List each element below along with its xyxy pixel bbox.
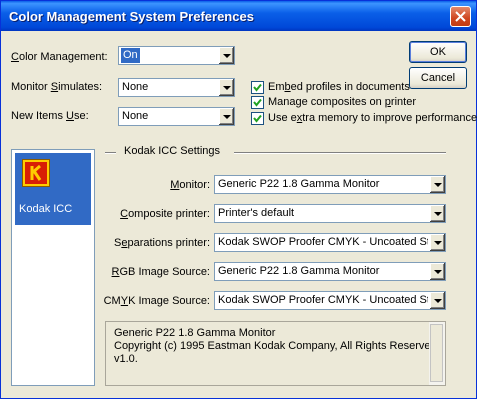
- cmyk-image-source-select[interactable]: Kodak SWOP Proofer CMYK - Uncoated Stock: [214, 291, 446, 310]
- composite-printer-value: Printer's default: [218, 207, 295, 219]
- profile-info-line2: Copyright (c) 1995 Eastman Kodak Company…: [114, 340, 440, 352]
- ok-button[interactable]: OK: [409, 41, 467, 63]
- kodak-k-icon: [30, 164, 42, 181]
- title-bar[interactable]: Color Management System Preferences: [1, 1, 476, 31]
- extra-memory-label[interactable]: Use extra memory to improve performance: [268, 112, 477, 124]
- profile-info-line1: Generic P22 1.8 Gamma Monitor: [114, 327, 276, 339]
- monitor-simulates-label: Monitor Simulates:: [11, 81, 103, 93]
- kodak-logo-icon: [22, 159, 50, 187]
- rgb-image-source-label: RGB Image Source:: [111, 266, 210, 278]
- monitor-simulates-select[interactable]: None: [118, 78, 235, 97]
- checkmark-icon: [253, 114, 262, 123]
- separations-printer-select[interactable]: Kodak SWOP Proofer CMYK - Uncoated Stock: [214, 233, 446, 252]
- monitor-profile-value: Generic P22 1.8 Gamma Monitor: [218, 178, 380, 190]
- new-items-use-select[interactable]: None: [118, 107, 235, 126]
- scrollbar-thumb[interactable]: [430, 324, 443, 382]
- separations-printer-label: Separations printer:: [113, 237, 210, 249]
- list-item-kodak-icc[interactable]: Kodak ICC: [15, 153, 91, 225]
- monitor-profile-select[interactable]: Generic P22 1.8 Gamma Monitor: [214, 175, 446, 194]
- checkmark-icon: [253, 98, 262, 107]
- color-management-value: On: [121, 48, 140, 63]
- extra-memory-checkbox[interactable]: [251, 112, 264, 125]
- embed-profiles-label[interactable]: Embed profiles in documents: [268, 81, 410, 93]
- cms-list[interactable]: Kodak ICC: [11, 149, 95, 386]
- close-button[interactable]: [450, 6, 471, 27]
- chevron-down-icon[interactable]: [218, 79, 234, 96]
- manage-composites-label[interactable]: Manage composites on printer: [268, 96, 416, 108]
- cmyk-image-source-value: Kodak SWOP Proofer CMYK - Uncoated Stock: [218, 294, 428, 306]
- window-title: Color Management System Preferences: [9, 9, 254, 24]
- section-divider: [105, 152, 116, 154]
- separations-printer-value: Kodak SWOP Proofer CMYK - Uncoated Stock: [218, 236, 428, 248]
- chevron-down-icon[interactable]: [429, 292, 445, 309]
- section-divider: [234, 152, 446, 154]
- embed-profiles-checkbox[interactable]: [251, 81, 264, 94]
- rgb-image-source-select[interactable]: Generic P22 1.8 Gamma Monitor: [214, 262, 446, 281]
- checkmark-icon: [253, 83, 262, 92]
- chevron-down-icon[interactable]: [429, 205, 445, 222]
- preferences-dialog: Color Management System Preferences Colo…: [0, 0, 477, 399]
- monitor-simulates-value: None: [122, 81, 149, 93]
- close-icon: [455, 11, 466, 22]
- monitor-label: Monitor:: [170, 179, 210, 191]
- chevron-down-icon[interactable]: [218, 108, 234, 125]
- composite-printer-select[interactable]: Printer's default: [214, 204, 446, 223]
- rgb-image-source-value: Generic P22 1.8 Gamma Monitor: [218, 265, 380, 277]
- chevron-down-icon[interactable]: [218, 47, 234, 64]
- new-items-use-value: None: [122, 110, 149, 122]
- color-management-label: Color Management:: [11, 51, 108, 63]
- profile-info-line3: v1.0.: [114, 353, 138, 365]
- chevron-down-icon[interactable]: [429, 176, 445, 193]
- new-items-use-label: New Items Use:: [11, 110, 89, 122]
- cancel-button[interactable]: Cancel: [409, 67, 467, 89]
- section-title: Kodak ICC Settings: [124, 145, 220, 157]
- cmyk-image-source-label: CMYK Image Source:: [103, 295, 210, 307]
- manage-composites-checkbox[interactable]: [251, 96, 264, 109]
- info-scrollbar[interactable]: [429, 322, 445, 385]
- color-management-select[interactable]: On: [118, 46, 235, 65]
- composite-printer-label: Composite printer:: [120, 208, 210, 220]
- chevron-down-icon[interactable]: [429, 263, 445, 280]
- list-item-label: Kodak ICC: [19, 203, 73, 215]
- chevron-down-icon[interactable]: [429, 234, 445, 251]
- profile-info-box: Generic P22 1.8 Gamma Monitor Copyright …: [105, 321, 446, 386]
